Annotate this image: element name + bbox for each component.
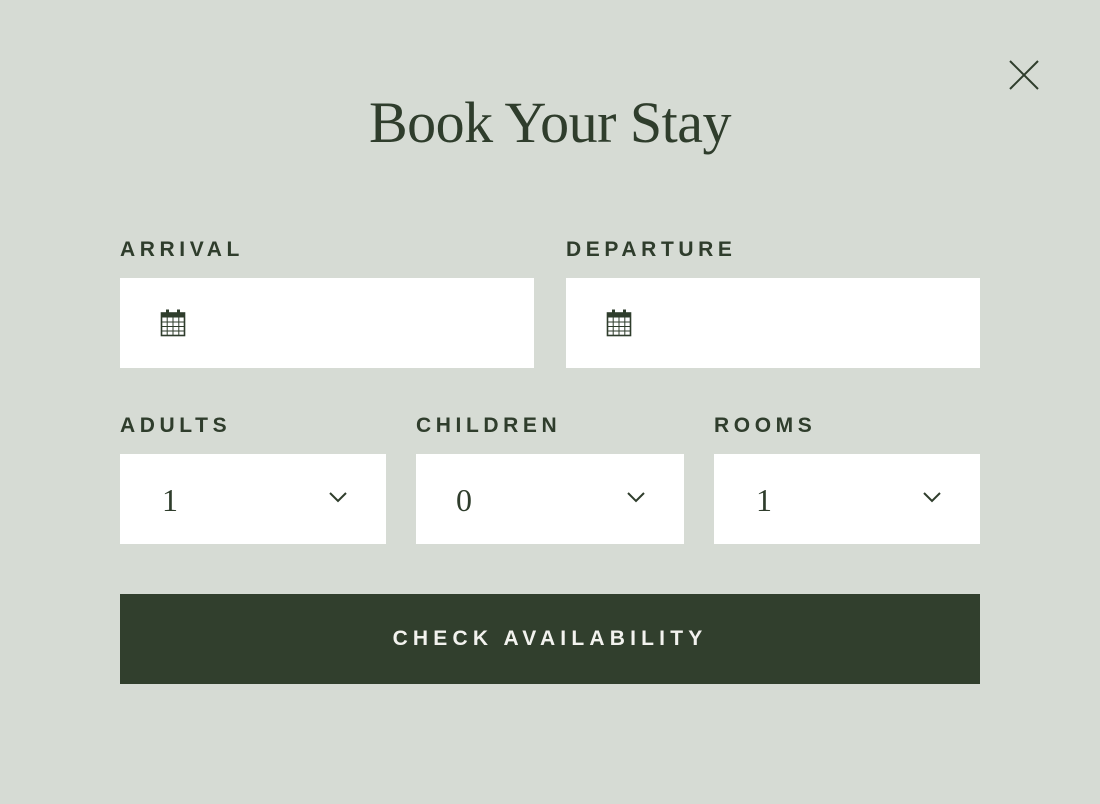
calendar-icon — [606, 309, 632, 337]
rooms-label: ROOMS — [714, 414, 817, 437]
departure-label: DEPARTURE — [566, 238, 737, 261]
children-value: 0 — [456, 482, 472, 518]
rooms-value: 1 — [756, 482, 772, 518]
rooms-select[interactable]: 1 — [714, 454, 980, 544]
chevron-down-icon — [922, 490, 942, 504]
modal-title: Book Your Stay — [368, 90, 732, 155]
adults-value: 1 — [162, 482, 178, 518]
children-select[interactable]: 0 — [416, 454, 684, 544]
arrival-label: ARRIVAL — [120, 238, 244, 261]
chevron-down-icon — [626, 490, 646, 504]
adults-label: ADULTS — [120, 414, 232, 437]
departure-date-field[interactable] — [566, 278, 980, 368]
arrival-date-field[interactable] — [120, 278, 534, 368]
children-label: CHILDREN — [416, 414, 562, 437]
calendar-icon — [160, 309, 186, 337]
chevron-down-icon — [328, 490, 348, 504]
adults-select[interactable]: 1 — [120, 454, 386, 544]
check-availability-button[interactable]: CHECK AVAILABILITY — [120, 594, 980, 684]
